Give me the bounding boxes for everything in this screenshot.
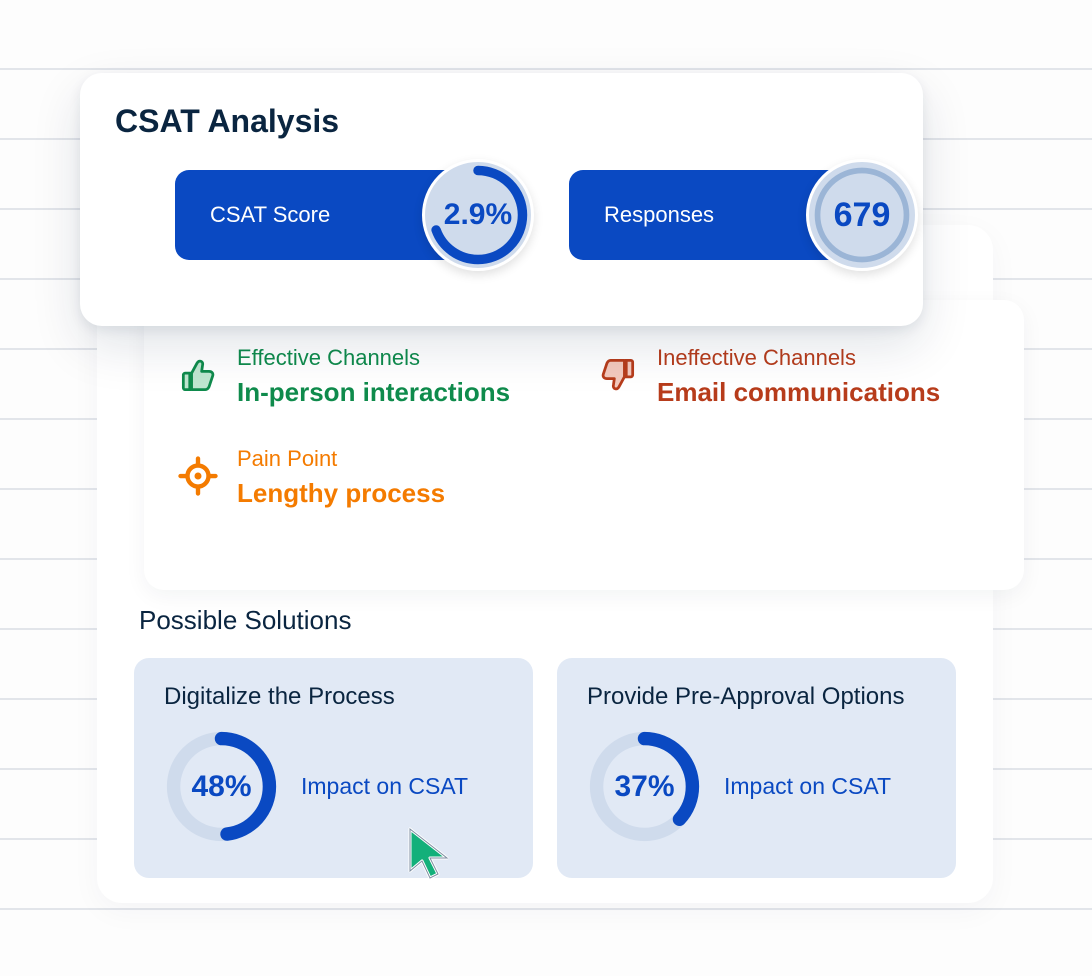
thumbs-down-icon (594, 351, 642, 399)
solution-box[interactable]: Provide Pre-Approval Options 37% Impact … (557, 658, 956, 878)
solution-box[interactable]: Digitalize the Process 48% Impact on CSA… (134, 658, 533, 878)
csat-score-bubble: 2.9% (422, 159, 534, 271)
pain-label: Pain Point (237, 446, 445, 472)
effective-channel-block: Effective Channels In-person interaction… (174, 345, 554, 408)
csat-score-label: CSAT Score (210, 202, 330, 228)
csat-title: CSAT Analysis (115, 103, 888, 140)
responses-bubble: 679 (806, 159, 918, 271)
target-icon (174, 452, 222, 500)
csat-score-value: 2.9% (444, 198, 512, 232)
solution-title: Digitalize the Process (164, 683, 508, 711)
impact-donut: 48% (164, 729, 279, 844)
impact-donut: 37% (587, 729, 702, 844)
csat-analysis-card: CSAT Analysis CSAT Score 2.9% Responses (80, 73, 923, 326)
possible-solutions-heading: Possible Solutions (139, 605, 956, 636)
pain-point-block: Pain Point Lengthy process (174, 446, 994, 509)
impact-pct: 37% (587, 729, 702, 844)
thumbs-up-icon (174, 351, 222, 399)
ineffective-value: Email communications (657, 377, 940, 408)
responses-label: Responses (604, 202, 714, 228)
pain-value: Lengthy process (237, 478, 445, 509)
impact-label: Impact on CSAT (724, 773, 891, 800)
ineffective-channel-block: Ineffective Channels Email communication… (594, 345, 974, 408)
solution-title: Provide Pre-Approval Options (587, 683, 931, 711)
channels-card: Effective Channels In-person interaction… (144, 300, 1024, 590)
effective-value: In-person interactions (237, 377, 510, 408)
impact-pct: 48% (164, 729, 279, 844)
csat-score-pill: CSAT Score 2.9% (175, 170, 504, 260)
effective-label: Effective Channels (237, 345, 510, 371)
ineffective-label: Ineffective Channels (657, 345, 940, 371)
solutions-row: Digitalize the Process 48% Impact on CSA… (134, 658, 956, 878)
responses-value: 679 (834, 196, 891, 235)
responses-pill: Responses 679 (569, 170, 888, 260)
impact-label: Impact on CSAT (301, 773, 468, 800)
